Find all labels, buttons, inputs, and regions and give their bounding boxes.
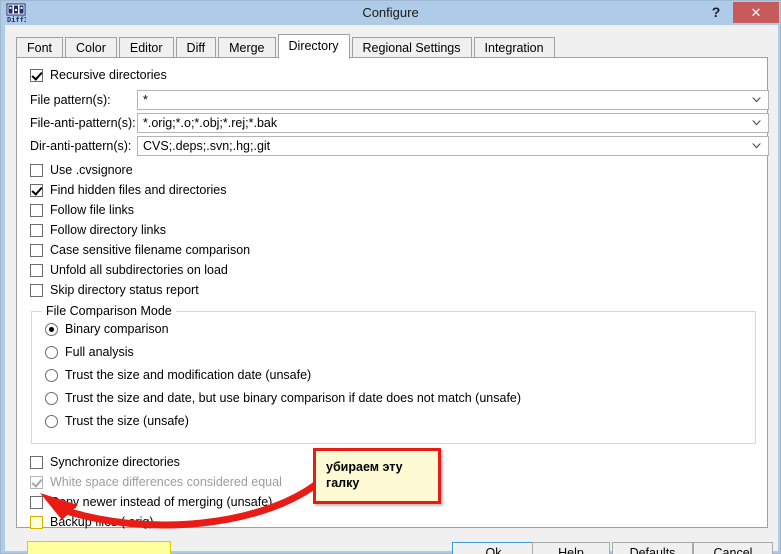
radio-trust-size-and-date-binary-fallback[interactable]: Trust the size and date, but use binary … (45, 389, 521, 407)
radio-box (45, 322, 58, 336)
radio-label: Trust the size and date, but use binary … (65, 391, 522, 405)
checkbox-box (30, 163, 43, 177)
dir-anti-patterns-combo[interactable]: CVS;.deps;.svn;.hg;.git (137, 136, 769, 156)
checkbox-box (30, 283, 43, 297)
checkbox-synchronize-directories[interactable]: Synchronize directories (30, 453, 180, 471)
help-button[interactable]: Help (532, 542, 610, 554)
checkbox-skip-directory-status-report[interactable]: Skip directory status report (30, 281, 199, 299)
field-label: File-anti-pattern(s): (30, 116, 136, 130)
checkbox-box (30, 68, 43, 82)
annotation-callout: убираем эту галку (313, 448, 441, 504)
checkbox-box (30, 455, 43, 469)
radio-label: Trust the size (unsafe) (65, 414, 189, 428)
checkbox-copy-newer-instead-of-merging[interactable]: Copy newer instead of merging (unsafe) (30, 493, 272, 511)
checkbox-label: Find hidden files and directories (50, 183, 227, 197)
checkbox-use-cvsignore[interactable]: Use .cvsignore (30, 161, 133, 179)
checkbox-box (30, 243, 43, 257)
chevron-down-icon (750, 117, 762, 129)
checkbox-label: Backup files (.orig) (50, 515, 154, 529)
tab-directory[interactable]: Directory (277, 34, 350, 59)
file-patterns-combo[interactable]: * (137, 90, 769, 110)
checkbox-box (30, 203, 43, 217)
file-anti-patterns-combo[interactable]: *.orig;*.o;*.obj;*.rej;*.bak (137, 113, 769, 133)
checkbox-label: Follow directory links (50, 223, 167, 237)
help-icon[interactable]: ? (702, 1, 730, 23)
checkbox-label: Recursive directories (50, 68, 167, 82)
annotation-line-2: галку (326, 476, 360, 490)
file-comparison-mode-group: File Comparison Mode Binary comparison F… (31, 304, 756, 444)
tab-editor[interactable]: Editor (118, 37, 174, 58)
radio-label: Trust the size and modification date (un… (65, 368, 312, 382)
combo-value: CVS;.deps;.svn;.hg;.git (143, 139, 271, 153)
combo-value: * (143, 93, 148, 107)
checkbox-label: Use .cvsignore (50, 163, 133, 177)
annotation-line-1: убираем эту (326, 460, 403, 474)
tab-strip: Font Color Editor Diff Merge Directory R… (16, 34, 557, 59)
chevron-down-icon (750, 140, 762, 152)
radio-trust-size-and-modification-date[interactable]: Trust the size and modification date (un… (45, 366, 311, 384)
checkbox-follow-file-links[interactable]: Follow file links (30, 201, 134, 219)
checkbox-box (30, 223, 43, 237)
checkbox-recursive-directories[interactable]: Recursive directories (30, 66, 167, 84)
radio-box (45, 414, 58, 428)
checkbox-find-hidden-files[interactable]: Find hidden files and directories (30, 181, 227, 199)
checkbox-follow-directory-links[interactable]: Follow directory links (30, 221, 166, 239)
checkbox-label: Copy newer instead of merging (unsafe) (50, 495, 273, 509)
checkbox-label: Unfold all subdirectories on load (50, 263, 228, 277)
checkbox-unfold-all-subdirectories[interactable]: Unfold all subdirectories on load (30, 261, 228, 279)
checkbox-box (30, 495, 43, 509)
checkbox-case-sensitive-filename-comparison[interactable]: Case sensitive filename comparison (30, 241, 250, 259)
tab-color[interactable]: Color (65, 37, 117, 58)
field-file-patterns: File pattern(s): * (30, 90, 769, 110)
group-title: File Comparison Mode (42, 304, 176, 318)
checkbox-label: Follow file links (50, 203, 135, 217)
radio-box (45, 345, 58, 359)
radio-trust-the-size[interactable]: Trust the size (unsafe) (45, 412, 189, 430)
combo-value: *.orig;*.o;*.obj;*.rej;*.bak (143, 116, 278, 130)
checkbox-backup-files-orig[interactable]: Backup files (.orig) (30, 513, 154, 531)
tab-integration[interactable]: Integration (473, 37, 555, 58)
tab-font[interactable]: Font (16, 37, 64, 58)
radio-label: Full analysis (65, 345, 134, 359)
radio-box (45, 391, 58, 405)
chevron-down-icon (750, 94, 762, 106)
checkbox-label: White space differences considered equal (50, 475, 282, 489)
checkbox-box (30, 263, 43, 277)
field-label: File pattern(s): (30, 93, 111, 107)
tab-merge[interactable]: Merge (218, 37, 276, 58)
checkbox-box (30, 183, 43, 197)
close-icon[interactable]: ✕ (733, 2, 779, 23)
title-bar: Diff3 Configure ? ✕ (1, 1, 780, 25)
radio-binary-comparison[interactable]: Binary comparison (45, 320, 169, 338)
radio-full-analysis[interactable]: Full analysis (45, 343, 134, 361)
cancel-button[interactable]: Cancel (693, 542, 773, 554)
field-file-anti-patterns: File-anti-pattern(s): *.orig;*.o;*.obj;*… (30, 113, 769, 133)
field-label: Dir-anti-pattern(s): (30, 139, 132, 153)
window-title: Configure (362, 5, 419, 20)
highlight-backup-files (27, 541, 171, 554)
configure-dialog-screenshot: Diff3 Configure ? ✕ Font Color Editor Di… (0, 0, 781, 554)
defaults-button[interactable]: Defaults (612, 542, 693, 554)
checkbox-box (30, 475, 43, 489)
checkbox-white-space-differences-equal: White space differences considered equal (30, 473, 282, 491)
annotation-text: убираем эту галку (326, 459, 436, 491)
tab-regional-settings[interactable]: Regional Settings (351, 37, 472, 58)
checkbox-label: Case sensitive filename comparison (50, 243, 251, 257)
tab-diff[interactable]: Diff (175, 37, 217, 58)
radio-label: Binary comparison (65, 322, 169, 336)
checkbox-box (30, 515, 43, 529)
checkbox-label: Synchronize directories (50, 455, 180, 469)
checkbox-label: Skip directory status report (50, 283, 199, 297)
radio-box (45, 368, 58, 382)
ok-button[interactable]: Ok (452, 542, 535, 554)
field-dir-anti-patterns: Dir-anti-pattern(s): CVS;.deps;.svn;.hg;… (30, 136, 769, 156)
